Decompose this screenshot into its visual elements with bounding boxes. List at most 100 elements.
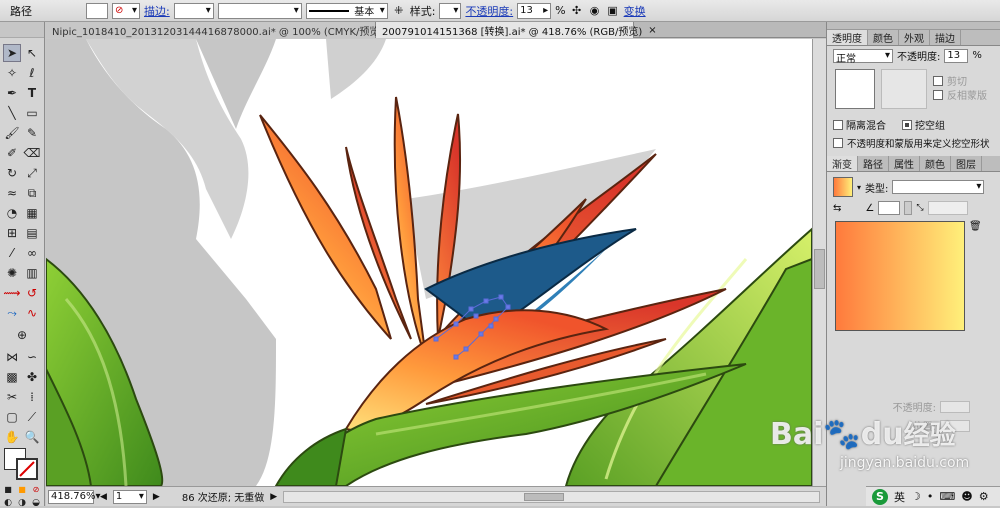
artboard-icon[interactable]: ▢ [3, 408, 21, 426]
width-tool-icon[interactable]: ⟿ [3, 284, 21, 302]
fill-swatch[interactable] [86, 2, 108, 19]
horizontal-scrollbar[interactable] [283, 490, 820, 503]
clip-checkbox[interactable] [933, 75, 943, 86]
mesh-icon[interactable]: ⊞ [3, 224, 21, 242]
moon-icon[interactable]: ☽ [911, 490, 921, 503]
next-artboard-icon[interactable]: ▶ [153, 492, 160, 502]
warp-icon[interactable]: ≈ [3, 184, 21, 202]
settings-icon[interactable]: ⚙ [979, 490, 989, 503]
symbol-sprayer-icon[interactable]: ✺ [3, 264, 21, 282]
zoom-select[interactable]: 418.76% ▾ [48, 489, 101, 504]
transform-link[interactable]: 变换 [624, 3, 646, 19]
scale-icon[interactable]: ⤢ [23, 164, 41, 182]
tab-color[interactable]: 颜色 [868, 30, 899, 45]
opacity-label[interactable]: 不透明度: [465, 3, 513, 19]
close-icon[interactable]: × [648, 25, 656, 36]
stroke-swatch[interactable]: ⊘ ▾ [112, 2, 140, 19]
blob-brush-icon[interactable]: ✐ [3, 144, 21, 162]
paintbrush-icon[interactable]: 🖌 [3, 124, 21, 142]
tab-transparency[interactable]: 透明度 [827, 30, 868, 45]
scissors-icon[interactable]: ✂ [3, 388, 21, 406]
slice-icon[interactable]: ▩ [3, 368, 21, 386]
object-thumbnail[interactable] [835, 69, 875, 109]
zoom-icon[interactable]: 🔍 [23, 428, 41, 446]
free-transform-icon[interactable]: ⧉ [23, 184, 41, 202]
dot-icon[interactable]: • [927, 490, 934, 503]
angle-stepper[interactable] [904, 201, 913, 215]
variable-width-select[interactable]: ▾ [217, 2, 302, 19]
stroke-weight-select[interactable]: ▾ [173, 2, 214, 19]
draw-inside-icon[interactable]: ◒ [30, 498, 42, 508]
envelope-icon[interactable]: ⋈ [3, 348, 21, 366]
prev-artboard-icon[interactable]: ◀ [100, 492, 107, 502]
sogou-icon[interactable]: S [872, 488, 888, 505]
reshape-icon[interactable]: ↺ [23, 284, 41, 302]
graph-icon[interactable]: ▥ [23, 264, 41, 282]
selection-icon[interactable]: ➤ [3, 44, 21, 62]
rectangle-icon[interactable]: ▭ [23, 104, 41, 122]
magic-wand-icon[interactable]: ✧ [3, 64, 21, 82]
hscroll-thumb[interactable] [524, 492, 565, 501]
gradient-preview[interactable] [835, 221, 965, 331]
brush-profile-select[interactable]: 基本 ▾ [305, 2, 388, 19]
gradient-swatch-dropdown-icon[interactable]: ▾ [857, 183, 861, 192]
user-icon[interactable]: ☻ [961, 490, 972, 503]
tab-layers[interactable]: 图层 [951, 156, 982, 171]
gradient-icon[interactable]: ▤ [23, 224, 41, 242]
stop-opacity-input[interactable] [940, 400, 970, 413]
eyedropper-icon[interactable]: ⁄ [3, 244, 21, 262]
align-icon[interactable]: ▣ [606, 4, 620, 18]
lasso-icon[interactable]: ℓ [23, 64, 41, 82]
ime-language[interactable]: 英 [894, 489, 905, 505]
define-knockout-checkbox[interactable] [833, 138, 843, 148]
crosshair-icon[interactable]: ⊕ [13, 326, 31, 344]
tools-panel-grip[interactable] [0, 22, 44, 38]
tab-document-1[interactable]: Nipic_1018410_20131203144416878000.ai* @… [46, 22, 398, 38]
draw-behind-icon[interactable]: ◑ [16, 498, 28, 508]
tab-color-2[interactable]: 颜色 [920, 156, 951, 171]
pencil-icon[interactable]: ✎ [23, 124, 41, 142]
pen-icon[interactable]: ✒ [3, 84, 21, 102]
status-menu-icon[interactable]: ▶ [270, 492, 277, 502]
artboard-select[interactable]: 1 ▾ [112, 489, 147, 504]
rotate-icon[interactable]: ↻ [3, 164, 21, 182]
gradient-delete-icon[interactable]: 🗑 [969, 221, 982, 232]
stroke-label[interactable]: 描边: [144, 3, 170, 19]
shape-builder-icon[interactable]: ◔ [3, 204, 21, 222]
scroll-thumb[interactable] [814, 249, 825, 289]
reverse-gradient-icon[interactable]: ⇆ [833, 203, 841, 214]
angle-input[interactable] [878, 201, 901, 215]
direct-selection-icon[interactable]: ↖ [23, 44, 41, 62]
stroke-color-swatch[interactable] [16, 458, 38, 480]
tab-attributes[interactable]: 属性 [889, 156, 920, 171]
stop-location-input[interactable] [940, 419, 970, 432]
gradient-swatch[interactable] [833, 177, 853, 197]
color-mode-icon[interactable]: ■ [2, 484, 14, 494]
isolate-checkbox[interactable] [833, 119, 843, 130]
hand-icon[interactable]: ✋ [3, 428, 21, 446]
keyboard-icon[interactable]: ⌨ [939, 490, 955, 503]
puppet-icon[interactable]: ✤ [23, 368, 41, 386]
distort-icon[interactable]: ∽ [23, 348, 41, 366]
line-icon[interactable]: ╲ [3, 104, 21, 122]
gradient-type-select[interactable]: ▾ [892, 180, 985, 194]
knife-icon[interactable]: ⁞ [23, 388, 41, 406]
mask-thumbnail[interactable] [881, 69, 927, 109]
invert-mask-checkbox[interactable] [933, 89, 943, 100]
tab-gradient[interactable]: 渐变 [827, 156, 858, 171]
anchor-icon[interactable]: ⤳ [3, 304, 21, 322]
style-select[interactable]: ▾ [439, 2, 462, 19]
gradient-mode-icon[interactable]: ■ [16, 484, 28, 494]
blend-mode-select[interactable]: 正常 ▾ [833, 48, 893, 65]
perspective-icon[interactable]: ▦ [23, 204, 41, 222]
aspect-input[interactable] [927, 201, 968, 215]
blend-icon[interactable]: ∞ [23, 244, 41, 262]
global-edit-icon[interactable]: ◉ [588, 4, 602, 18]
eraser-icon[interactable]: ⌫ [23, 144, 41, 162]
tab-stroke[interactable]: 描边 [930, 30, 961, 45]
panel-opacity-input[interactable]: 13 [944, 48, 969, 63]
opacity-input[interactable]: 13 ▸ [517, 2, 552, 19]
type-icon[interactable]: T [23, 84, 41, 102]
smooth-icon[interactable]: ∿ [23, 304, 41, 322]
panel-grip[interactable] [827, 22, 1000, 30]
